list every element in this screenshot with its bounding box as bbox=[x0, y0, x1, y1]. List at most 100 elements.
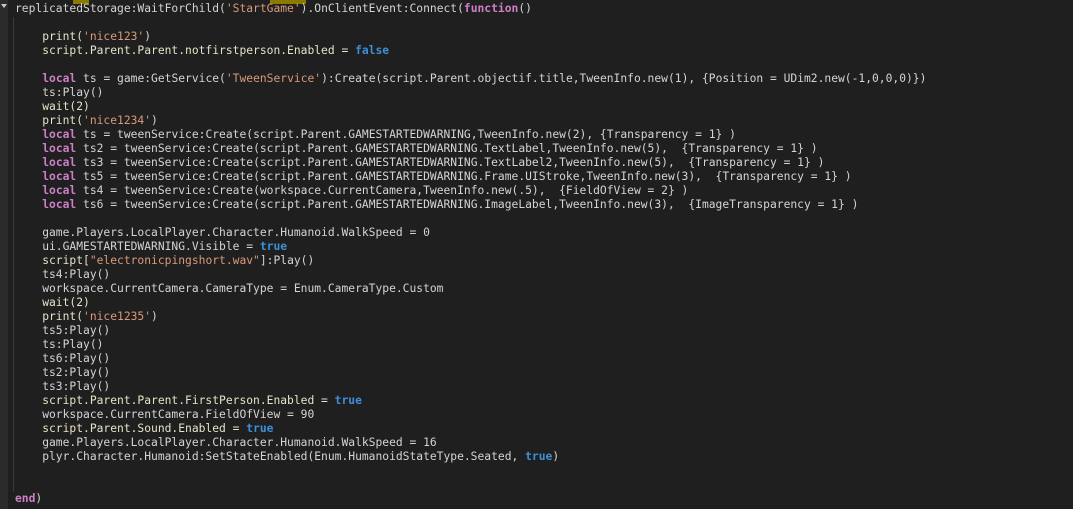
code-line[interactable]: local ts = tweenService:Create(script.Pa… bbox=[15, 128, 926, 142]
code-line[interactable]: ts:Play() bbox=[15, 338, 926, 352]
builtin-token: wait(2) bbox=[15, 100, 90, 113]
indent-guide bbox=[13, 17, 14, 492]
keyword-token: local bbox=[42, 198, 77, 211]
boolean-token: true bbox=[259, 240, 288, 253]
code-token: ]:Play() bbox=[259, 254, 315, 267]
code-token: ).OnClientEvent:Connect( bbox=[300, 2, 464, 15]
builtin-token: script.Parent.Parent.FirstPerson.Enabled… bbox=[15, 394, 335, 407]
builtin-token: script.Parent.Sound.Enabled = bbox=[15, 422, 247, 435]
code-token: ts2 = tweenService:Create(script.Parent.… bbox=[76, 142, 818, 155]
code-line[interactable]: end) bbox=[15, 492, 926, 506]
code-token: ts2:Play() bbox=[15, 366, 111, 379]
boolean-token: true bbox=[334, 394, 362, 407]
code-line[interactable] bbox=[15, 16, 926, 30]
string-token: 'nice1234' bbox=[83, 114, 152, 127]
code-line[interactable]: ts5:Play() bbox=[15, 324, 926, 338]
code-token: () bbox=[518, 2, 532, 15]
code-line[interactable]: ts4:Play() bbox=[15, 268, 926, 282]
code-token: ts4:Play() bbox=[15, 268, 111, 281]
code-token: ts = game:GetService( bbox=[76, 72, 226, 85]
code-line[interactable]: local ts = game:GetService('TweenService… bbox=[15, 72, 926, 86]
builtin-token: print( bbox=[15, 114, 84, 127]
code-line[interactable]: workspace.CurrentCamera.FieldOfView = 90 bbox=[15, 408, 926, 422]
code-line[interactable]: replicatedStorage:WaitForChild('StartGam… bbox=[15, 2, 926, 16]
code-token: ts:Play() bbox=[15, 86, 104, 99]
keyword-token: local bbox=[42, 170, 77, 183]
string-token: 'nice1235' bbox=[83, 310, 152, 323]
code-token: workspace.CurrentCamera.FieldOfView = 90 bbox=[15, 408, 315, 421]
code-token: ) bbox=[144, 30, 152, 43]
code-token: replicatedStorage:WaitForChild( bbox=[15, 2, 226, 15]
builtin-token: script[ bbox=[15, 254, 90, 267]
keyword-token: local bbox=[42, 128, 77, 141]
code-token: ts5:Play() bbox=[15, 324, 111, 337]
code-line[interactable] bbox=[15, 212, 926, 226]
code-token: ts4 = tweenService:Create(workspace.Curr… bbox=[76, 184, 689, 197]
code-line[interactable]: game.Players.LocalPlayer.Character.Human… bbox=[15, 436, 926, 450]
chevron-down-icon[interactable] bbox=[1, 4, 7, 8]
code-line[interactable]: local ts4 = tweenService:Create(workspac… bbox=[15, 184, 926, 198]
builtin-token: print( bbox=[15, 30, 84, 43]
string-token: 'StartGame' bbox=[225, 2, 301, 15]
code-token: ts = tweenService:Create(script.Parent.G… bbox=[76, 128, 736, 141]
code-token: workspace.CurrentCamera.CameraType = Enu… bbox=[15, 282, 444, 295]
code-line[interactable]: print('nice1235') bbox=[15, 310, 926, 324]
code-line[interactable]: print('nice1234') bbox=[15, 114, 926, 128]
code-line[interactable]: script.Parent.Sound.Enabled = true bbox=[15, 422, 926, 436]
keyword-token: local bbox=[42, 142, 77, 155]
code-token: game.Players.LocalPlayer.Character.Human… bbox=[15, 226, 430, 239]
string-token: 'nice123' bbox=[83, 30, 145, 43]
keyword-token: end bbox=[15, 492, 36, 505]
code-token: ) bbox=[151, 310, 158, 323]
code-line[interactable]: ts:Play() bbox=[15, 86, 926, 100]
code-line[interactable]: script.Parent.Parent.notfirstperson.Enab… bbox=[15, 44, 926, 58]
code-token: ):Create(script.Parent.objectif.title,Tw… bbox=[321, 72, 927, 85]
code-line[interactable]: plyr.Character.Humanoid:SetStateEnabled(… bbox=[15, 450, 926, 464]
string-token: "electronicpingshort.wav" bbox=[89, 254, 260, 267]
code-editor[interactable]: replicatedStorage:WaitForChild('StartGam… bbox=[15, 2, 926, 506]
boolean-token: true bbox=[525, 450, 553, 463]
code-token: plyr.Character.Humanoid:SetStateEnabled(… bbox=[15, 450, 526, 463]
keyword-token: local bbox=[42, 156, 77, 169]
code-line[interactable]: local ts3 = tweenService:Create(script.P… bbox=[15, 156, 926, 170]
code-line[interactable] bbox=[15, 464, 926, 478]
code-token: ) bbox=[35, 492, 43, 505]
code-line[interactable]: wait(2) bbox=[15, 100, 926, 114]
builtin-token: print( bbox=[15, 310, 84, 323]
keyword-token: function bbox=[463, 2, 519, 15]
boolean-token: true bbox=[246, 422, 274, 435]
code-line[interactable]: ts3:Play() bbox=[15, 380, 926, 394]
code-token: ts:Play() bbox=[15, 338, 104, 351]
editor-gutter bbox=[0, 0, 8, 509]
code-token: ts5 = tweenService:Create(script.Parent.… bbox=[76, 170, 852, 183]
code-line[interactable]: ui.GAMESTARTEDWARNING.Visible = true bbox=[15, 240, 926, 254]
code-token: ts3:Play() bbox=[15, 380, 111, 393]
code-token: ts3 = tweenService:Create(script.Parent.… bbox=[76, 156, 825, 169]
code-token: ui.GAMESTARTEDWARNING.Visible = bbox=[15, 240, 260, 253]
code-line[interactable] bbox=[15, 58, 926, 72]
code-line[interactable]: ts6:Play() bbox=[15, 352, 926, 366]
boolean-token: false bbox=[355, 44, 390, 57]
builtin-token: script.Parent.Parent.notfirstperson.Enab… bbox=[15, 44, 356, 57]
builtin-token: wait(2) bbox=[15, 296, 90, 309]
keyword-token: local bbox=[42, 72, 77, 85]
code-line[interactable]: local ts5 = tweenService:Create(script.P… bbox=[15, 170, 926, 184]
code-line[interactable]: ts2:Play() bbox=[15, 366, 926, 380]
code-line[interactable]: local ts2 = tweenService:Create(script.P… bbox=[15, 142, 926, 156]
keyword-token: local bbox=[42, 184, 77, 197]
code-line[interactable]: print('nice123') bbox=[15, 30, 926, 44]
code-line[interactable]: game.Players.LocalPlayer.Character.Human… bbox=[15, 226, 926, 240]
code-line[interactable]: wait(2) bbox=[15, 296, 926, 310]
code-line[interactable] bbox=[15, 478, 926, 492]
code-line[interactable]: local ts6 = tweenService:Create(script.P… bbox=[15, 198, 926, 212]
code-line[interactable]: workspace.CurrentCamera.CameraType = Enu… bbox=[15, 282, 926, 296]
code-line[interactable]: script.Parent.Parent.FirstPerson.Enabled… bbox=[15, 394, 926, 408]
code-line[interactable]: script["electronicpingshort.wav"]:Play() bbox=[15, 254, 926, 268]
